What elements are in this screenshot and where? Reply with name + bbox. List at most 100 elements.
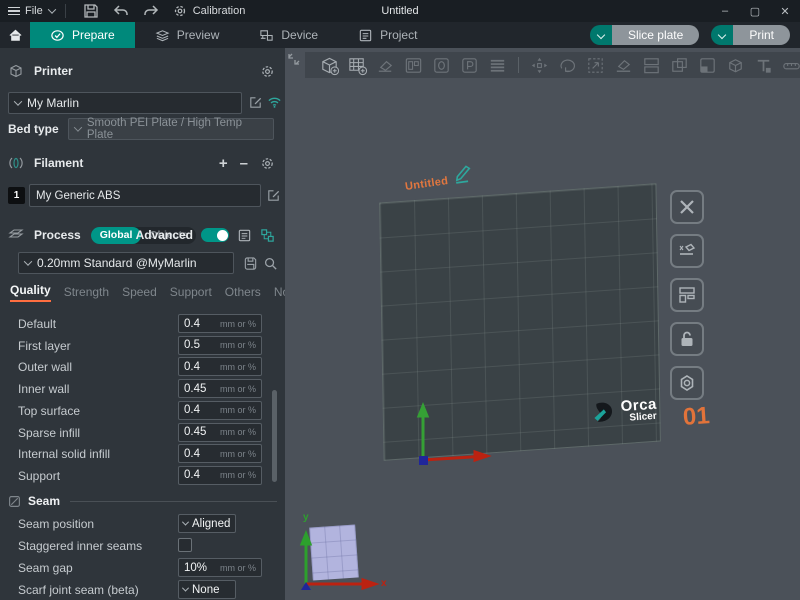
scale-icon[interactable] xyxy=(585,55,606,76)
chevron-down-icon xyxy=(182,519,189,526)
add-object-icon[interactable] xyxy=(319,55,340,76)
measure-icon[interactable] xyxy=(781,55,800,76)
save-preset-icon[interactable] xyxy=(243,256,258,271)
plate-settings-button[interactable] xyxy=(670,366,704,400)
split-to-parts-icon[interactable] xyxy=(669,55,690,76)
param-label: Support xyxy=(18,469,60,483)
param-row: First layer 0.5 mm or % xyxy=(0,336,285,356)
save-icon[interactable] xyxy=(83,3,99,19)
bed-type-select[interactable]: Smooth PEI Plate / High Temp Plate xyxy=(68,118,274,140)
split-to-objects-icon[interactable] xyxy=(641,55,662,76)
param-input[interactable]: 0.45 mm or % xyxy=(178,423,262,442)
seam-section-title: Seam xyxy=(28,494,60,508)
close-button[interactable]: ✕ xyxy=(770,0,800,22)
param-tab-strength[interactable]: Strength xyxy=(64,285,109,299)
undo-icon[interactable] xyxy=(113,3,129,19)
param-input[interactable]: 0.4 mm or % xyxy=(178,444,262,463)
process-profile-select[interactable]: 0.20mm Standard @MyMarlin xyxy=(18,252,234,274)
param-row: Outer wall 0.4 mm or % xyxy=(0,357,285,377)
edit-filament-icon[interactable] xyxy=(266,188,281,203)
tab-prepare[interactable]: Prepare xyxy=(30,22,135,48)
param-tab-others[interactable]: Others xyxy=(225,285,261,299)
compare-presets-icon[interactable] xyxy=(237,228,252,243)
tab-preview[interactable]: Preview xyxy=(135,22,240,48)
add-plate-icon[interactable] xyxy=(347,55,368,76)
calibration-label: Calibration xyxy=(193,5,246,17)
maximize-button[interactable]: ▢ xyxy=(740,0,770,22)
collapse-sidebar-icon[interactable] xyxy=(287,52,301,66)
redo-icon[interactable] xyxy=(143,3,159,19)
filament-settings-icon[interactable] xyxy=(260,156,275,171)
param-tab-speed[interactable]: Speed xyxy=(122,285,157,299)
filament-slot-badge[interactable]: 1 xyxy=(8,187,25,204)
advanced-label: Advanced xyxy=(136,228,193,242)
delete-all-button[interactable] xyxy=(670,190,704,224)
seam-position-select[interactable]: Aligned xyxy=(178,514,236,533)
copy-icon[interactable] xyxy=(431,55,452,76)
advanced-toggle[interactable] xyxy=(201,228,229,242)
preview-icon xyxy=(155,28,170,43)
param-input[interactable]: 0.4 mm or % xyxy=(178,357,262,376)
param-input[interactable]: 0.4 mm or % xyxy=(178,401,262,420)
printer-settings-icon[interactable] xyxy=(260,64,275,79)
param-tab-support[interactable]: Support xyxy=(170,285,212,299)
seam-divider xyxy=(70,501,277,502)
chevron-down-icon xyxy=(718,31,726,39)
hamburger-menu-icon xyxy=(8,5,20,18)
scope-global-button[interactable]: Global xyxy=(91,227,142,244)
object-graph-icon[interactable] xyxy=(260,228,275,243)
wifi-connection-icon[interactable] xyxy=(267,95,282,110)
file-menu[interactable]: File xyxy=(0,5,55,18)
seam-icon xyxy=(8,495,21,508)
paste-icon[interactable] xyxy=(459,55,480,76)
rotate-icon[interactable] xyxy=(557,55,578,76)
plate-name-label[interactable]: Untitled xyxy=(404,175,449,193)
home-button[interactable] xyxy=(0,22,30,48)
process-icon xyxy=(8,227,24,243)
mesh-boolean-icon[interactable] xyxy=(725,55,746,76)
param-unit: mm or % xyxy=(220,384,256,394)
param-label: Sparse infill xyxy=(18,426,80,440)
variable-layer-height-icon[interactable] xyxy=(487,55,508,76)
device-icon xyxy=(259,28,274,43)
printer-preset-select[interactable]: My Marlin xyxy=(8,92,242,114)
auto-orient-icon[interactable] xyxy=(375,55,396,76)
search-preset-icon[interactable] xyxy=(263,256,278,271)
staggered-seams-checkbox[interactable] xyxy=(178,538,192,552)
remove-filament-button[interactable]: – xyxy=(240,156,248,171)
lock-plate-button[interactable] xyxy=(670,322,704,356)
viewport-3d[interactable]: Untitled Orca Slicer 01 xyxy=(285,48,800,600)
add-filament-button[interactable]: + xyxy=(219,156,228,171)
orcaslicer-window: File Calibration Untitled – ▢ ✕ xyxy=(0,0,800,600)
param-label: Outer wall xyxy=(18,360,72,374)
tab-device[interactable]: Device xyxy=(239,22,338,48)
print-button[interactable]: Print xyxy=(733,25,790,45)
arrange-icon[interactable] xyxy=(403,55,424,76)
param-input[interactable]: 0.4 mm or % xyxy=(178,466,262,485)
add-text-icon[interactable] xyxy=(753,55,774,76)
sidebar-scrollbar[interactable] xyxy=(272,390,277,482)
fill-color-icon[interactable] xyxy=(697,55,718,76)
edit-printer-icon[interactable] xyxy=(248,95,263,110)
slice-options-button[interactable] xyxy=(590,25,612,45)
tab-project[interactable]: Project xyxy=(338,22,437,48)
param-input[interactable]: 0.5 mm or % xyxy=(178,336,262,355)
calibration-menu[interactable]: Calibration xyxy=(172,3,246,19)
print-options-button[interactable] xyxy=(711,25,733,45)
param-input[interactable]: 0.4 mm or % xyxy=(178,314,262,333)
edit-plate-name-icon[interactable] xyxy=(450,163,475,186)
plate-thumbnail[interactable]: y x xyxy=(295,498,410,598)
arrange-plate-button[interactable] xyxy=(670,278,704,312)
minimize-button[interactable]: – xyxy=(710,0,740,22)
seam-gap-input[interactable]: 10% mm or % xyxy=(178,558,262,577)
param-label: Default xyxy=(18,317,56,331)
scarf-joint-select[interactable]: None xyxy=(178,580,236,599)
slice-plate-button[interactable]: Slice plate xyxy=(612,25,699,45)
param-input[interactable]: 0.45 mm or % xyxy=(178,379,262,398)
lay-on-face-icon[interactable] xyxy=(613,55,634,76)
move-icon[interactable] xyxy=(529,55,550,76)
param-tab-quality[interactable]: Quality xyxy=(10,283,51,302)
bed-type-label: Bed type xyxy=(8,122,59,136)
auto-orient-plate-button[interactable] xyxy=(670,234,704,268)
filament-preset-select[interactable]: My Generic ABS xyxy=(29,184,261,207)
